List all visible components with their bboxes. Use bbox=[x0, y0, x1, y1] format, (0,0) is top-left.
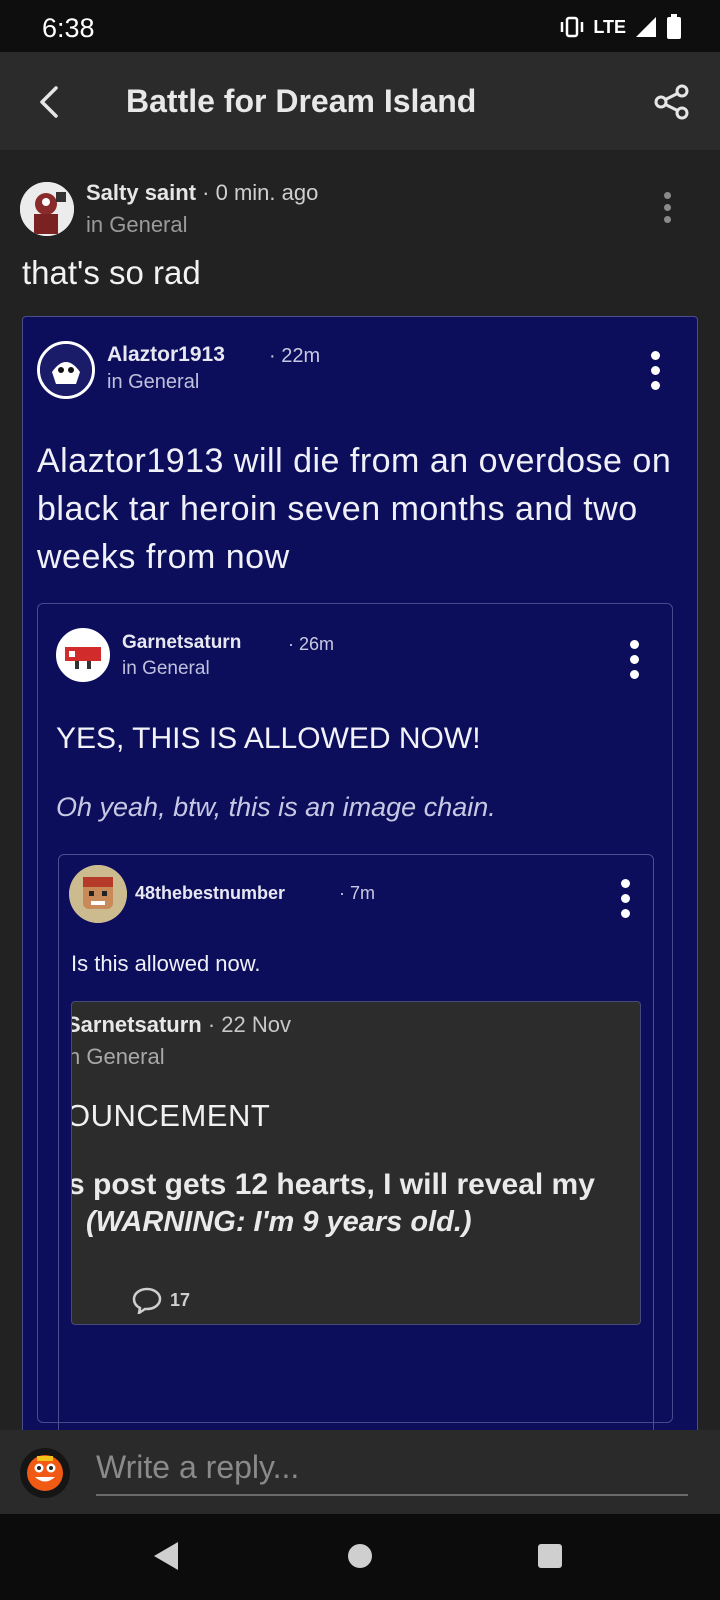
garnet-community: in General bbox=[122, 658, 210, 679]
n48-name: 48thebestnumber bbox=[135, 883, 286, 903]
comment-bubble-icon bbox=[132, 1287, 162, 1314]
alaztor-text: Alaztor1913 will die from an overdose on… bbox=[37, 442, 672, 576]
post-author[interactable]: Salty saint · 0 min. ago bbox=[86, 180, 318, 206]
status-icons: LTE bbox=[559, 14, 682, 40]
post-image[interactable]: Alaztor1913 · 22m in General Alaztor1913… bbox=[22, 316, 698, 1430]
n48-card: 48thebestnumber · 7m Is this allowed now… bbox=[58, 854, 654, 1430]
reply-bar bbox=[0, 1430, 720, 1514]
post-body: that's so rad bbox=[22, 254, 201, 291]
back-button[interactable] bbox=[30, 82, 70, 122]
post-header: Salty saint · 0 min. ago in General bbox=[20, 180, 700, 240]
garnet-name: Garnetsaturn bbox=[122, 632, 242, 653]
more-vertical-icon bbox=[662, 192, 672, 223]
author-name[interactable]: Salty saint bbox=[86, 180, 196, 205]
back-arrow-icon bbox=[40, 86, 58, 118]
post-detail: Salty saint · 0 min. ago in General that… bbox=[0, 150, 720, 1430]
more-options-button[interactable] bbox=[662, 192, 672, 226]
share-icon bbox=[654, 84, 689, 120]
status-bar: 6:38 LTE bbox=[0, 0, 720, 52]
nested-time: · 22 Nov bbox=[207, 1012, 291, 1037]
app-bar: Battle for Dream Island bbox=[0, 52, 720, 150]
vibrate-icon bbox=[561, 16, 584, 38]
garnet-card: Garnetsaturn · 26m in General YES, THIS … bbox=[37, 603, 673, 1430]
garnet-avatar bbox=[56, 628, 110, 682]
alaztor-community: in General bbox=[107, 371, 200, 393]
alaztor-time: · 22m bbox=[269, 345, 321, 367]
page-title: Battle for Dream Island bbox=[126, 83, 477, 119]
n48-avatar bbox=[69, 865, 127, 923]
system-nav-bar bbox=[0, 1514, 720, 1600]
post-community[interactable]: in General bbox=[86, 212, 188, 238]
share-button[interactable] bbox=[652, 82, 692, 122]
network-type: LTE bbox=[593, 16, 626, 37]
status-time: 6:38 bbox=[42, 13, 95, 43]
nav-recents-button[interactable] bbox=[538, 1544, 562, 1568]
nested-community: n General bbox=[71, 1044, 165, 1069]
nested-body: s post gets 12 hearts, I will reveal my bbox=[71, 1168, 595, 1201]
nav-back-button[interactable] bbox=[152, 1540, 182, 1577]
nav-back-icon bbox=[154, 1542, 178, 1570]
alaztor-name: Alaztor1913 bbox=[107, 343, 225, 366]
more-vertical-icon bbox=[651, 351, 660, 396]
more-vertical-icon bbox=[621, 879, 630, 924]
user-avatar[interactable] bbox=[20, 1448, 70, 1498]
garnet-subtext: Oh yeah, btw, this is an image chain. bbox=[56, 792, 496, 822]
avatar-image bbox=[20, 182, 74, 236]
n48-time: · 7m bbox=[339, 883, 375, 903]
alaztor-avatar bbox=[37, 341, 95, 399]
battery-icon bbox=[667, 14, 681, 39]
signal-icon bbox=[636, 17, 656, 37]
nested-title: OUNCEMENT bbox=[71, 1098, 271, 1133]
nested-comment-count: 17 bbox=[170, 1289, 191, 1310]
garnet-headline: YES, THIS IS ALLOWED NOW! bbox=[56, 722, 481, 755]
nested-comments: 17 bbox=[132, 1286, 190, 1314]
nested-author: Sarnetsaturn · 22 Nov bbox=[71, 1012, 291, 1037]
post-time: · 0 min. ago bbox=[202, 180, 319, 205]
nested-warning: (WARNING: I'm 9 years old.) bbox=[86, 1206, 472, 1238]
nav-home-button[interactable] bbox=[348, 1544, 372, 1568]
n48-text: Is this allowed now. bbox=[71, 951, 261, 976]
reply-input[interactable] bbox=[96, 1440, 688, 1496]
garnet-time: · 26m bbox=[288, 634, 335, 654]
author-avatar[interactable] bbox=[20, 182, 74, 236]
more-vertical-icon bbox=[630, 640, 639, 685]
nested-post-card: Sarnetsaturn · 22 Nov n General OUNCEMEN… bbox=[71, 1001, 641, 1325]
user-avatar-image bbox=[20, 1448, 70, 1498]
